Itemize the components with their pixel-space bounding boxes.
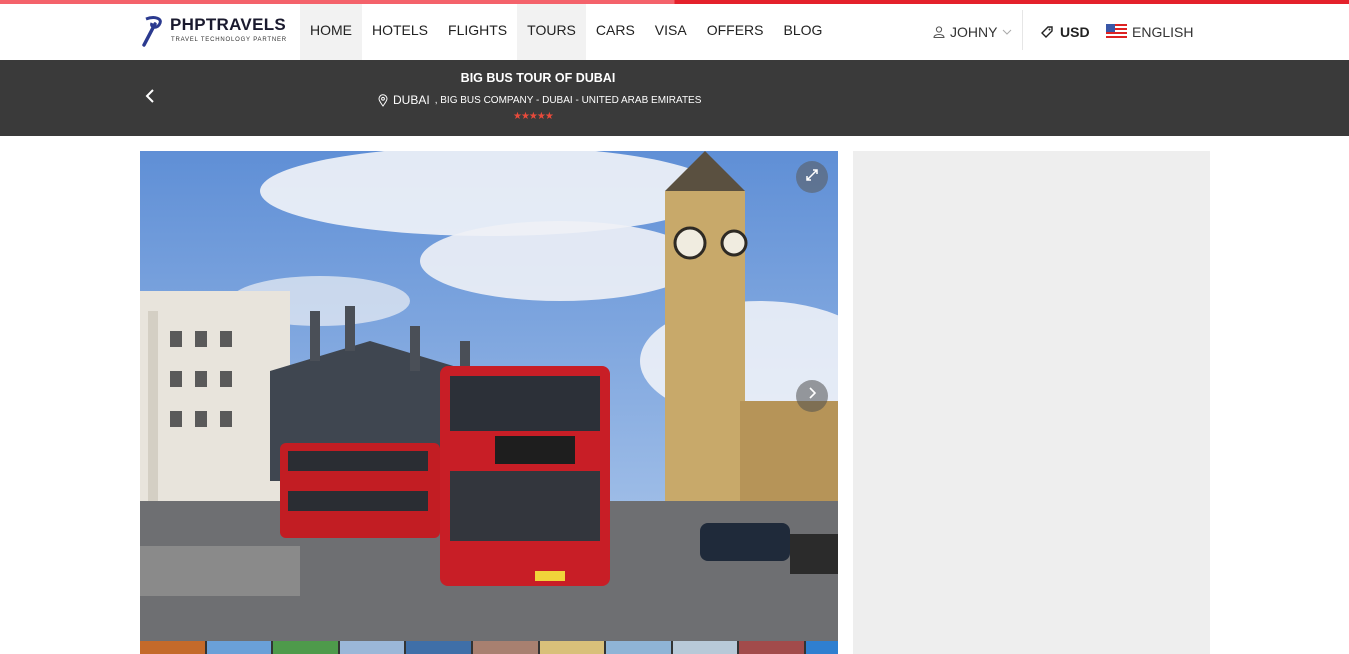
brand-tagline: TRAVEL TECHNOLOGY PARTNER bbox=[171, 37, 287, 43]
brand-name: PHPTRAVELS bbox=[170, 15, 287, 34]
gallery-thumbnail[interactable] bbox=[805, 641, 838, 654]
main-nav: HOME HOTELS FLIGHTS TOURS CARS VISA OFFE… bbox=[300, 4, 832, 60]
map-pin-icon bbox=[378, 93, 388, 107]
nav-blog[interactable]: BLOG bbox=[773, 4, 832, 60]
account-menu[interactable]: JOHNY bbox=[933, 4, 1012, 60]
currency-selector[interactable]: USD bbox=[1040, 4, 1090, 60]
language-selector[interactable]: ENGLISH bbox=[1106, 4, 1193, 60]
tour-title: BIG BUS TOUR OF DUBAI bbox=[460, 71, 616, 85]
tour-location: DUBAI , BIG BUS COMPANY - DUBAI - UNITED… bbox=[378, 93, 701, 107]
brand-logo[interactable]: PHPTRAVELS TRAVEL TECHNOLOGY PARTNER bbox=[140, 13, 290, 49]
nav-tours[interactable]: TOURS bbox=[517, 4, 586, 60]
tour-city: DUBAI bbox=[393, 93, 430, 107]
chevron-down-icon bbox=[1003, 29, 1012, 35]
tour-location-detail: , BIG BUS COMPANY - DUBAI - UNITED ARAB … bbox=[434, 94, 702, 106]
gallery-thumbnail[interactable] bbox=[606, 641, 671, 654]
booking-sidebar bbox=[853, 151, 1210, 654]
language-label: ENGLISH bbox=[1132, 24, 1194, 40]
tour-banner: BIG BUS TOUR OF DUBAI DUBAI , BIG BUS CO… bbox=[0, 60, 1349, 136]
gallery-thumbnail[interactable] bbox=[206, 641, 272, 654]
nav-hotels[interactable]: HOTELS bbox=[362, 4, 438, 60]
us-flag-icon bbox=[1106, 24, 1127, 38]
site-header: PHPTRAVELS TRAVEL TECHNOLOGY PARTNER HOM… bbox=[0, 4, 1349, 60]
london-bus-photo bbox=[140, 151, 838, 654]
next-image-button[interactable] bbox=[796, 380, 828, 412]
gallery-thumbnail[interactable] bbox=[472, 641, 538, 654]
tour-rating-stars: ★★★★★ bbox=[513, 111, 554, 122]
gallery-thumbnail[interactable] bbox=[739, 641, 804, 654]
gallery-thumbnails bbox=[140, 641, 838, 654]
gallery-thumbnail[interactable] bbox=[339, 641, 405, 654]
gallery-thumbnail[interactable] bbox=[140, 641, 205, 654]
expand-button[interactable] bbox=[796, 161, 828, 193]
nav-offers[interactable]: OFFERS bbox=[697, 4, 774, 60]
currency-label: USD bbox=[1060, 24, 1090, 40]
nav-visa[interactable]: VISA bbox=[645, 4, 697, 60]
money-tag-icon bbox=[1041, 26, 1053, 38]
chevron-right-icon bbox=[809, 387, 817, 399]
user-icon bbox=[933, 26, 945, 38]
expand-icon bbox=[806, 169, 818, 181]
gallery-thumbnail[interactable] bbox=[273, 641, 338, 654]
gallery-thumbnail[interactable] bbox=[672, 641, 738, 654]
account-username: JOHNY bbox=[950, 24, 998, 40]
nav-home[interactable]: HOME bbox=[300, 4, 362, 60]
nav-flights[interactable]: FLIGHTS bbox=[438, 4, 517, 60]
back-button[interactable] bbox=[145, 87, 155, 110]
tour-main-image[interactable] bbox=[140, 151, 838, 654]
nav-cars[interactable]: CARS bbox=[586, 4, 645, 60]
brand-logo-mark bbox=[142, 16, 162, 47]
gallery-thumbnail[interactable] bbox=[406, 641, 471, 654]
gallery-thumbnail[interactable] bbox=[539, 641, 605, 654]
header-divider bbox=[1022, 10, 1023, 50]
chevron-left-icon bbox=[145, 89, 154, 103]
